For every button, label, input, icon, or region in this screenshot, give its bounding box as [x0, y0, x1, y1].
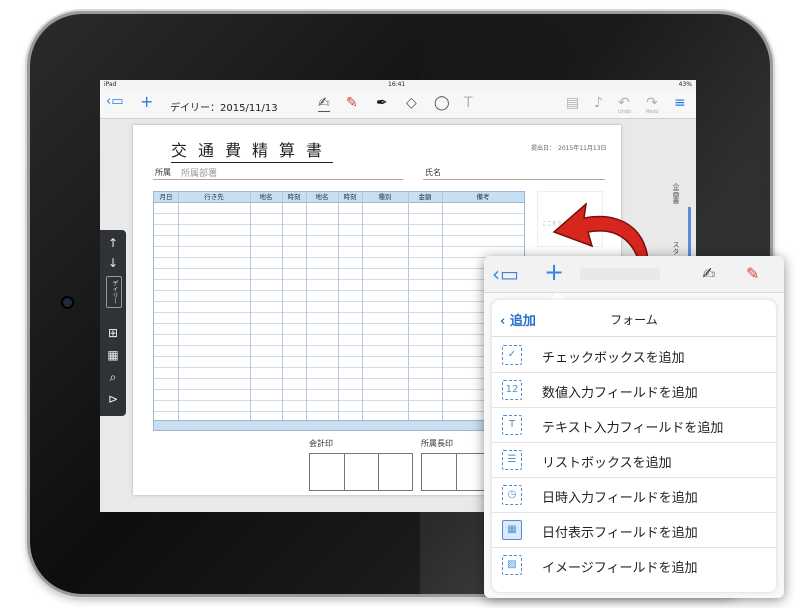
- undo-label: Undo: [618, 109, 632, 115]
- seal1-label: 会計印: [309, 439, 333, 448]
- daily-button[interactable]: デイリー: [106, 276, 122, 308]
- number-field-icon: 12: [502, 380, 522, 400]
- add-icon[interactable]: +: [140, 92, 153, 111]
- name-label: 氏名: [425, 168, 441, 177]
- name-underline: [423, 179, 605, 180]
- popover-toolbar: ‹▭ + ✍ ✎: [484, 256, 784, 293]
- pen-black-icon[interactable]: ✒: [376, 95, 388, 111]
- menu-item-label: チェックボックスを追加: [542, 351, 685, 366]
- folder-back-icon[interactable]: ‹▭: [106, 94, 123, 109]
- redo-label: Redo: [646, 109, 659, 115]
- menu-item-add-checkbox[interactable]: ✓ チェックボックスを追加: [492, 337, 776, 373]
- toolbar-slot: [580, 268, 660, 280]
- hand-sign-icon[interactable]: ✍: [318, 95, 330, 112]
- column-header: 地名: [315, 193, 329, 201]
- add-icon[interactable]: +: [544, 258, 564, 286]
- menu-item-add-text-field[interactable]: T テキスト入力フィールドを追加: [492, 407, 776, 443]
- menu-item-label: イメージフィールドを追加: [542, 561, 698, 576]
- battery-level: 43%: [678, 81, 692, 88]
- form-popover: ‹▭ + ✍ ✎ ‹ 追加 フォーム ✓ チェックボックスを追加 12 数値入力…: [484, 256, 784, 598]
- menu-item-label: 日時入力フィールドを追加: [542, 491, 698, 506]
- folder-back-icon[interactable]: ‹▭: [492, 262, 519, 286]
- menu-item-add-datetime-field[interactable]: ◷ 日時入力フィールドを追加: [492, 477, 776, 513]
- table-divider: [338, 192, 339, 430]
- checkbox-icon: ✓: [502, 345, 522, 365]
- calendar-icon[interactable]: ▦: [100, 348, 126, 362]
- menu-item-label: リストボックスを追加: [542, 456, 672, 471]
- seal-box-manager: [421, 453, 493, 491]
- datetime-field-icon: ◷: [502, 485, 522, 505]
- dept-label: 所属: [155, 168, 171, 177]
- export-icon[interactable]: ⊳: [100, 392, 126, 406]
- arrow-up-icon[interactable]: ↑: [100, 236, 126, 250]
- menu-item-label: テキスト入力フィールドを追加: [542, 421, 724, 436]
- menu-item-add-number-field[interactable]: 12 数値入力フィールドを追加: [492, 372, 776, 408]
- menu-item-label: 日付表示フィールドを追加: [542, 526, 698, 541]
- add-page-icon[interactable]: ⊞: [100, 326, 126, 340]
- side-toolbar: ↑ ↓ デイリー ⊞ ▦ ⌕ ⊳: [100, 230, 126, 416]
- column-header: 時刻: [343, 193, 357, 201]
- table-divider: [178, 192, 179, 430]
- submission-date: 提出日： 2015年11月13日: [531, 145, 607, 152]
- seal2-label: 所属長印: [421, 439, 453, 448]
- menu-title: フォーム: [610, 313, 658, 327]
- pen-red-icon[interactable]: ✎: [746, 264, 759, 283]
- clock: 16:41: [388, 81, 406, 88]
- search-page-icon[interactable]: ⌕: [100, 370, 126, 385]
- menu-item-add-date-display[interactable]: ▦ 日付表示フィールドを追加: [492, 512, 776, 548]
- table-divider: [282, 192, 283, 430]
- lasso-icon[interactable]: ◯: [434, 95, 450, 111]
- tab-proposal[interactable]: 企画書: [671, 183, 681, 204]
- document-icon[interactable]: ▤: [566, 95, 579, 111]
- menu-item-label: 数値入力フィールドを追加: [542, 386, 698, 401]
- date-display-icon: ▦: [502, 520, 522, 540]
- column-header: 金額: [418, 193, 432, 201]
- table-divider: [442, 192, 443, 430]
- menu-item-add-listbox[interactable]: ☰ リストボックスを追加: [492, 442, 776, 478]
- microphone-icon[interactable]: ♪: [594, 95, 603, 111]
- menu-item-add-image-field[interactable]: ▨ イメージフィールドを追加: [492, 547, 776, 582]
- column-header: 種別: [378, 193, 392, 201]
- column-header: 月日: [159, 193, 173, 201]
- page-title: 交通費精算書: [171, 137, 334, 163]
- dept-underline: [153, 179, 403, 180]
- carrier-label: iPad: [104, 81, 117, 88]
- app-toolbar: ‹▭ + デイリー：2015/11/13 ✍ ✎ ✒ ◇ ◯ T ▤ ♪ ↶ U…: [100, 90, 696, 119]
- text-field-icon: T: [502, 415, 522, 435]
- notebook-title[interactable]: デイリー：2015/11/13: [170, 99, 278, 114]
- image-field-icon: ▨: [502, 555, 522, 575]
- listbox-icon: ☰: [502, 450, 522, 470]
- menu-icon[interactable]: ≡: [674, 95, 686, 111]
- column-header: 行き先: [204, 193, 224, 201]
- dept-value: 所属部署: [181, 169, 218, 179]
- pen-red-icon[interactable]: ✎: [346, 95, 358, 111]
- table-header: 月日 行き先 地名 時刻 地名 時刻 種別 金額 備考: [154, 192, 524, 203]
- seal-box-accounting: [309, 453, 413, 491]
- front-camera: [63, 298, 72, 307]
- hand-sign-icon[interactable]: ✍: [702, 264, 715, 283]
- status-bar: iPad 16:41 43%: [100, 80, 696, 90]
- table-divider: [250, 192, 251, 430]
- text-tool-icon[interactable]: T: [464, 95, 473, 111]
- menu-header: ‹ 追加 フォーム: [492, 300, 776, 337]
- arrow-down-icon[interactable]: ↓: [100, 256, 126, 270]
- column-header: 時刻: [287, 193, 301, 201]
- table-divider: [362, 192, 363, 430]
- eraser-icon[interactable]: ◇: [406, 95, 417, 111]
- table-divider: [408, 192, 409, 430]
- table-divider: [306, 192, 307, 430]
- column-header: 備考: [476, 193, 490, 201]
- column-header: 地名: [259, 193, 273, 201]
- form-menu: ‹ 追加 フォーム ✓ チェックボックスを追加 12 数値入力フィールドを追加 …: [492, 300, 776, 592]
- table-footer: [154, 420, 524, 430]
- expense-table: 月日 行き先 地名 時刻 地名 時刻 種別 金額 備考: [153, 191, 525, 431]
